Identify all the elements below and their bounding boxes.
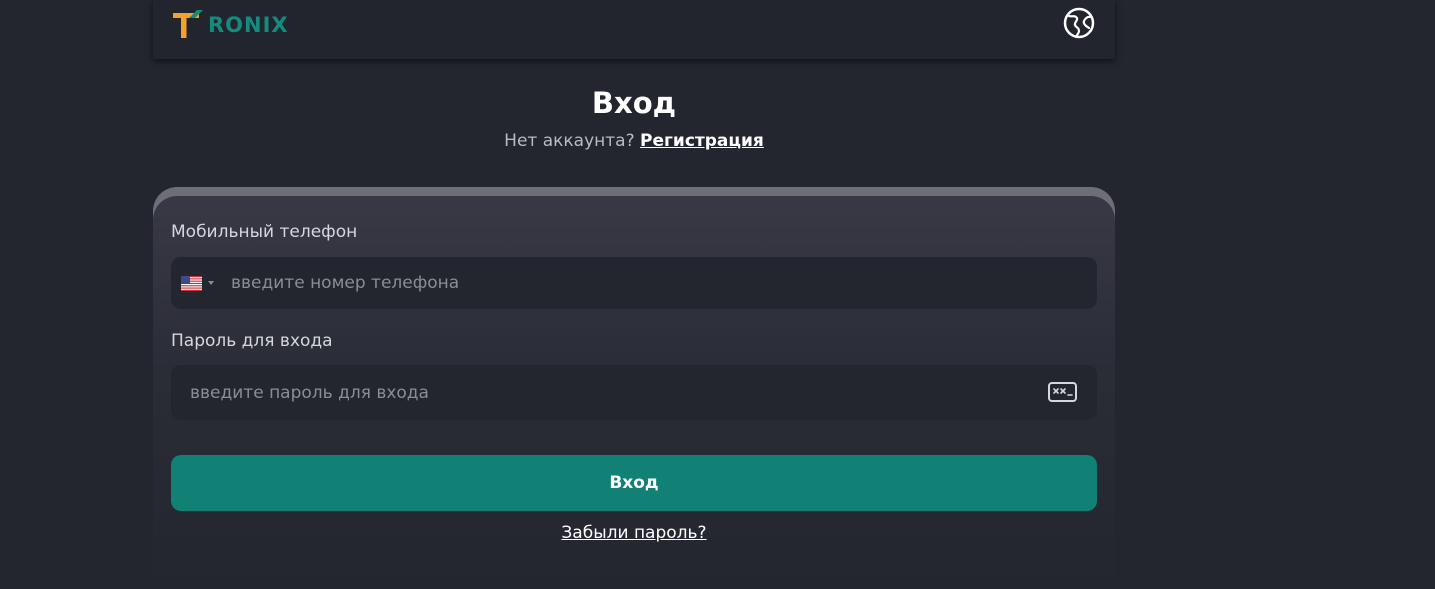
register-prompt: Нет аккаунта? Регистрация: [0, 131, 1268, 151]
password-field: [171, 365, 1097, 420]
tronix-logo[interactable]: RONIX: [171, 9, 289, 41]
phone-input[interactable]: [231, 257, 1071, 309]
forgot-password-link[interactable]: Забыли пароль?: [561, 523, 706, 543]
phone-field: [171, 257, 1097, 309]
login-button[interactable]: Вход: [171, 455, 1097, 511]
top-bar: RONIX: [153, 0, 1115, 59]
phone-label: Мобильный телефон: [171, 222, 358, 242]
login-card: Мобильный телефон Пароль для входа: [153, 196, 1115, 589]
password-input[interactable]: [190, 365, 1030, 420]
password-hidden-icon[interactable]: [1048, 382, 1077, 402]
globe-icon[interactable]: [1063, 7, 1095, 39]
logo-text: RONIX: [208, 13, 289, 37]
us-flag-icon: [181, 275, 202, 291]
logo-t-icon: [173, 10, 203, 38]
page-title: Вход: [591, 86, 677, 120]
register-link[interactable]: Регистрация: [640, 131, 764, 151]
no-account-text: Нет аккаунта?: [504, 131, 635, 151]
password-label: Пароль для входа: [171, 331, 333, 351]
country-select[interactable]: [181, 275, 214, 291]
chevron-down-icon: [208, 281, 214, 285]
forgot-password-row: Забыли пароль?: [153, 523, 1115, 543]
